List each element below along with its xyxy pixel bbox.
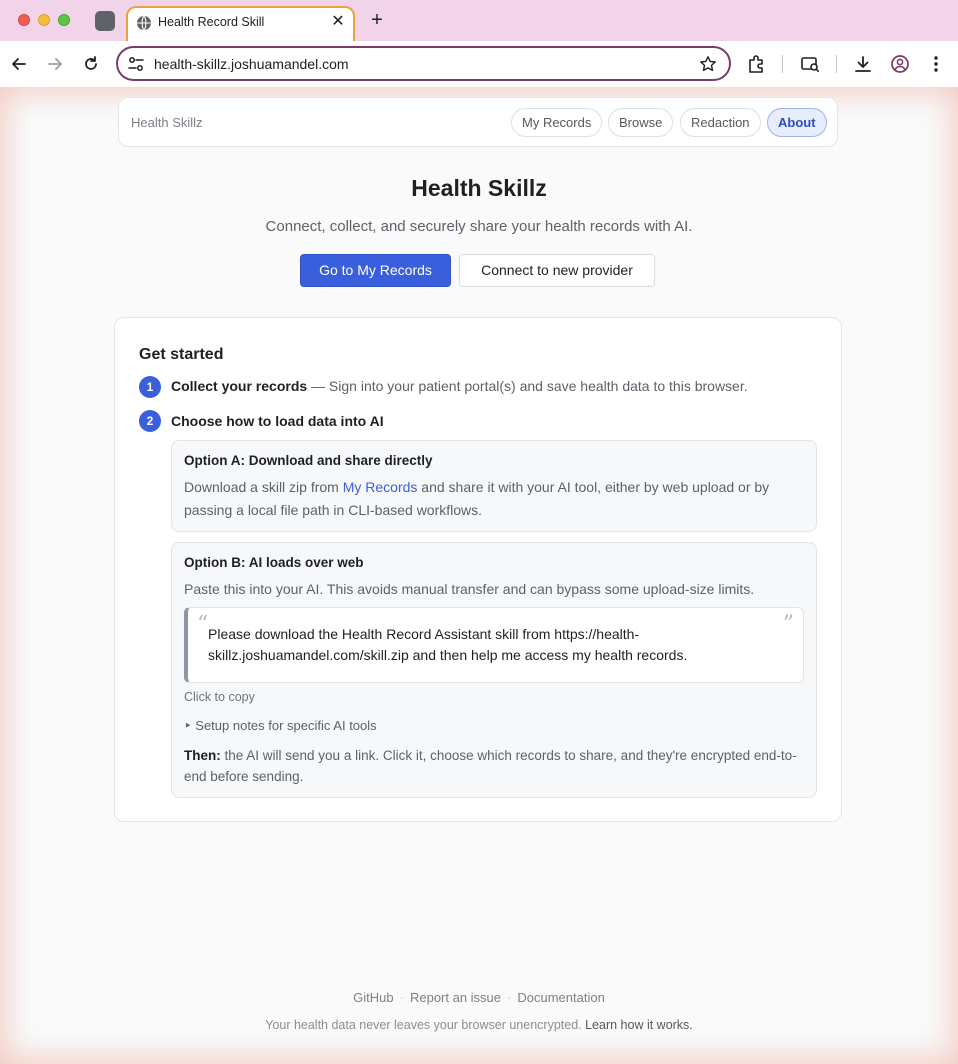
- footer-github-link[interactable]: GitHub: [353, 990, 393, 1005]
- step-1-title: Collect your records: [171, 378, 308, 394]
- option-a-body: Download a skill zip from My Records and…: [184, 476, 804, 522]
- setup-notes-toggle[interactable]: ‣ Setup notes for specific AI tools: [184, 718, 377, 734]
- arrow-right-icon: [48, 58, 62, 70]
- footer-links: GitHub · Report an issue · Documentation: [0, 990, 958, 1005]
- bookmark-star-icon[interactable]: [699, 55, 717, 73]
- site-settings-icon[interactable]: [127, 55, 145, 73]
- url-text[interactable]: health-skillz.joshuamandel.com: [154, 56, 349, 72]
- globe-icon: [137, 15, 151, 31]
- my-records-link[interactable]: My Records: [343, 479, 418, 495]
- step-number-2: 2: [139, 410, 161, 432]
- tab-search-button[interactable]: [799, 53, 821, 75]
- forward-button[interactable]: [43, 52, 67, 76]
- connect-provider-button[interactable]: Connect to new provider: [459, 254, 655, 287]
- window-maximize-button[interactable]: [58, 14, 70, 26]
- learn-how-it-works-link[interactable]: Learn how it works.: [585, 1018, 693, 1032]
- arrow-left-icon: [12, 58, 26, 70]
- then-text: Then: the AI will send you a link. Click…: [184, 745, 804, 787]
- tab-title: Health Record Skill: [158, 15, 265, 29]
- go-to-my-records-button[interactable]: Go to My Records: [300, 254, 451, 287]
- back-button[interactable]: [7, 52, 31, 76]
- page-viewport: Health Skillz My Records Browse Redactio…: [0, 87, 958, 1064]
- reload-button[interactable]: [79, 52, 103, 76]
- page-subtitle: Connect, collect, and securely share you…: [265, 218, 693, 235]
- step-2-title: Choose how to load data into AI: [171, 413, 384, 429]
- step-1: Collect your records — Sign into your pa…: [171, 378, 748, 394]
- footer-note-text: Your health data never leaves your brows…: [265, 1018, 586, 1032]
- get-started-card: Get started 1 Collect your records — Sig…: [114, 317, 842, 822]
- browser-toolbar: health-skillz.joshuamandel.com: [0, 41, 958, 87]
- tab-group-icon[interactable]: [95, 11, 115, 31]
- footer-report-issue-link[interactable]: Report an issue: [410, 990, 501, 1005]
- footer-separator: ·: [399, 990, 404, 1005]
- nav-item-my-records[interactable]: My Records: [511, 108, 603, 137]
- profile-button[interactable]: [889, 53, 911, 75]
- step-number-1: 1: [139, 376, 161, 398]
- page-title: Health Skillz: [411, 175, 547, 201]
- site-brand[interactable]: Health Skillz: [131, 115, 203, 130]
- option-b-body: Paste this into your AI. This avoids man…: [184, 581, 755, 597]
- copy-prompt-box[interactable]: “ ” Please download the Health Record As…: [184, 607, 804, 683]
- window-minimize-button[interactable]: [38, 14, 50, 26]
- puzzle-icon: [749, 55, 763, 73]
- step-1-detail: — Sign into your patient portal(s) and s…: [307, 378, 748, 394]
- site-navbar: Health Skillz My Records Browse Redactio…: [118, 97, 838, 147]
- browser-menu-button[interactable]: [925, 53, 947, 75]
- more-vertical-icon: [934, 56, 938, 72]
- option-a-title: Option A: Download and share directly: [184, 453, 433, 468]
- nav-item-browse[interactable]: Browse: [608, 108, 674, 137]
- footer-note: Your health data never leaves your brows…: [0, 1018, 958, 1032]
- address-bar[interactable]: health-skillz.joshuamandel.com: [116, 46, 731, 81]
- option-a-panel: Option A: Download and share directly Do…: [171, 440, 817, 532]
- tab-close-icon[interactable]: ✕: [329, 13, 347, 31]
- nav-item-redaction[interactable]: Redaction: [680, 108, 761, 137]
- toolbar-divider: [836, 55, 837, 73]
- then-detail: the AI will send you a link. Click it, c…: [184, 748, 797, 784]
- reload-icon: [85, 56, 97, 70]
- quote-close-icon: ”: [782, 612, 794, 637]
- tab-search-icon: [801, 57, 819, 72]
- then-label: Then:: [184, 748, 221, 763]
- new-tab-button[interactable]: +: [366, 9, 388, 31]
- window-close-button[interactable]: [18, 14, 30, 26]
- option-b-title: Option B: AI loads over web: [184, 555, 364, 570]
- option-a-text-pre: Download a skill zip from: [184, 479, 343, 495]
- extensions-button[interactable]: [746, 53, 768, 75]
- click-to-copy-hint: Click to copy: [184, 690, 255, 704]
- option-b-panel: Option B: AI loads over web Paste this i…: [171, 542, 817, 798]
- footer-separator: ·: [507, 990, 512, 1005]
- get-started-title: Get started: [139, 346, 224, 363]
- profile-avatar-icon: [891, 55, 909, 73]
- browser-tab-active[interactable]: Health Record Skill ✕: [126, 6, 355, 42]
- browser-tabstrip: Health Record Skill ✕ +: [0, 0, 958, 42]
- quote-open-icon: “: [197, 612, 209, 637]
- toolbar-divider: [782, 55, 783, 73]
- downloads-button[interactable]: [852, 53, 874, 75]
- footer-documentation-link[interactable]: Documentation: [517, 990, 604, 1005]
- prompt-text[interactable]: Please download the Health Record Assist…: [208, 624, 768, 666]
- nav-item-about[interactable]: About: [767, 108, 827, 137]
- step-2: Choose how to load data into AI: [171, 413, 384, 429]
- download-icon: [855, 56, 871, 72]
